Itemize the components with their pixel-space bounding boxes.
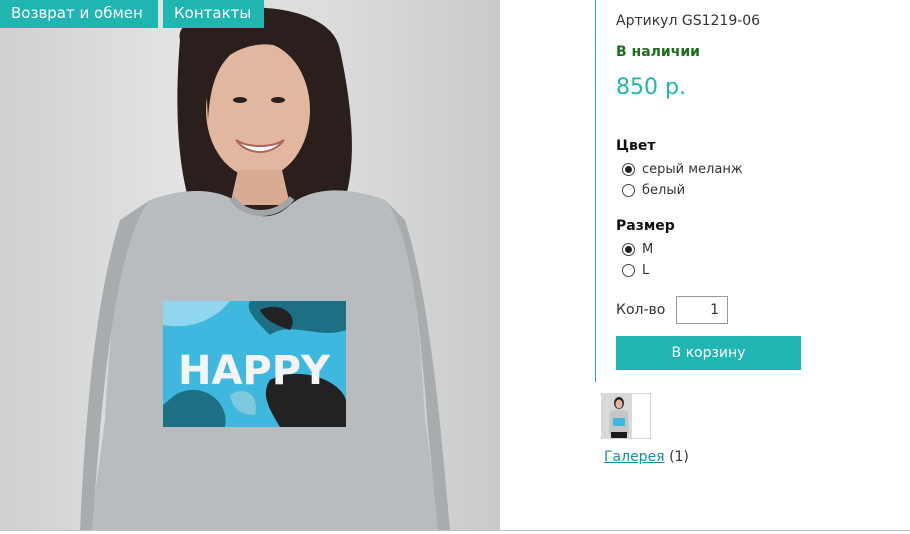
availability-status: В наличии [616, 44, 700, 60]
model-illustration: HAPPY [80, 7, 450, 530]
color-radio-white[interactable] [622, 183, 635, 197]
gallery-link[interactable]: Галерея [604, 449, 665, 465]
product-sku: Артикул GS1219-06 [616, 13, 761, 29]
contacts-tab[interactable]: Контакты [163, 0, 264, 28]
product-price: 850 р. [616, 75, 686, 100]
color-option-white[interactable]: белый [622, 181, 685, 199]
color-radio-gray[interactable] [622, 162, 635, 176]
size-option-l[interactable]: L [622, 261, 649, 279]
add-to-cart-button[interactable]: В корзину [616, 336, 801, 370]
product-info-panel: Артикул GS1219-06 В наличии 850 р. Цвет … [595, 0, 910, 382]
quantity-label: Кол-во [616, 302, 666, 318]
product-thumbnail[interactable] [601, 393, 651, 439]
size-option-m[interactable]: M [622, 240, 653, 258]
size-title: Размер [616, 218, 675, 234]
contacts-tab-label: Контакты [174, 4, 252, 22]
color-option-label: серый меланж [642, 161, 743, 177]
returns-tab[interactable]: Возврат и обмен [0, 0, 158, 28]
divider [0, 530, 910, 531]
returns-tab-label: Возврат и обмен [11, 4, 143, 22]
gallery-count: (1) [669, 449, 689, 465]
color-option-gray[interactable]: серый меланж [622, 160, 743, 178]
color-option-label: белый [642, 182, 686, 198]
color-title: Цвет [616, 138, 656, 154]
product-page: HAPPY Возврат и обмен Контакты Артикул G… [0, 0, 910, 534]
quantity-input[interactable] [676, 296, 728, 324]
gallery-link-row: Галерея (1) [604, 449, 689, 465]
size-option-label: L [642, 262, 650, 278]
thumbnail-image [602, 394, 632, 438]
size-radio-m[interactable] [622, 242, 635, 256]
print-text: HAPPY [178, 348, 331, 394]
product-main-image[interactable]: HAPPY [0, 0, 500, 530]
size-option-label: M [642, 241, 654, 257]
size-radio-l[interactable] [622, 263, 635, 277]
